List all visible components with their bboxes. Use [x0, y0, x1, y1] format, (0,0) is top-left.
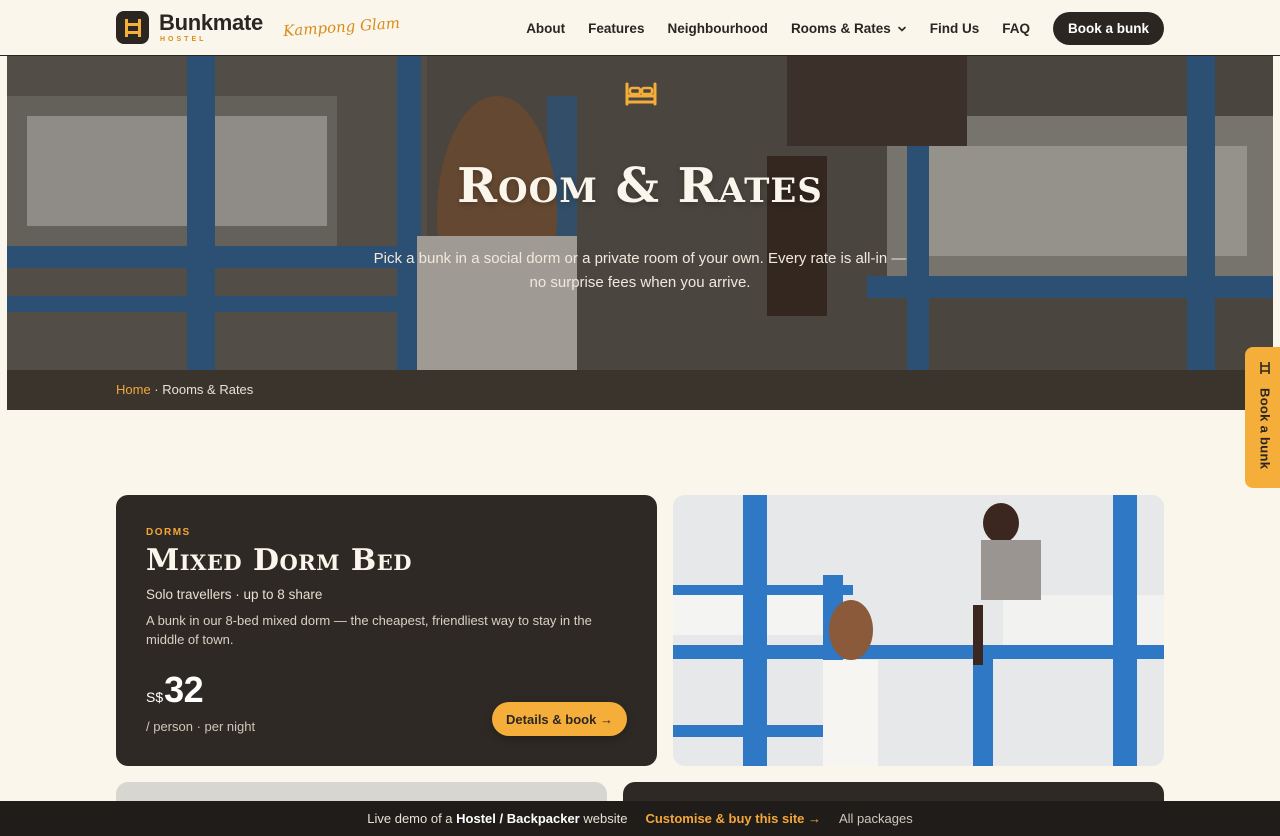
side-book-tab[interactable]: Book a bunk	[1245, 347, 1280, 488]
dorm-photo	[673, 495, 1164, 766]
breadcrumb-current: Rooms & Rates	[162, 382, 254, 397]
page-title: Room & Rates	[457, 158, 823, 214]
nav-faq[interactable]: FAQ	[1002, 21, 1030, 36]
main-nav: About Features Neighbourhood Rooms & Rat…	[503, 12, 1164, 45]
demo-product: Hostel / Backpacker	[456, 811, 580, 826]
bunk-logo-icon	[116, 11, 149, 44]
details-book-button[interactable]: Details & book →	[492, 702, 627, 736]
breadcrumb: Home · Rooms & Rates	[116, 382, 253, 397]
chevron-down-icon	[897, 24, 907, 34]
price-amount: 32	[164, 669, 204, 710]
breadcrumb-bar: Home · Rooms & Rates	[7, 370, 1273, 410]
price-unit: / person · per night	[146, 719, 256, 734]
room-title: Mixed Dorm Bed	[146, 543, 413, 578]
brand-sub: HOSTEL	[160, 36, 207, 43]
nav-about[interactable]: About	[526, 21, 565, 36]
customise-buy-link[interactable]: Customise & buy this site →	[645, 811, 821, 826]
room-card-mixed-dorm: DORMS Mixed Dorm Bed Solo travellers · u…	[116, 495, 657, 766]
all-packages-link[interactable]: All packages	[839, 811, 913, 826]
side-tab-label: Book a bunk	[1257, 388, 1273, 470]
nav-find-us[interactable]: Find Us	[930, 21, 980, 36]
nav-rooms-rates[interactable]: Rooms & Rates	[791, 21, 907, 36]
room-price: S$ 32	[146, 669, 204, 711]
demo-suffix: website	[583, 811, 628, 826]
room-description: A bunk in our 8-bed mixed dorm — the che…	[146, 613, 592, 647]
room-category: DORMS	[146, 527, 191, 538]
nav-features[interactable]: Features	[588, 21, 644, 36]
brand-name: Bunkmate	[159, 10, 263, 35]
book-bunk-button[interactable]: Book a bunk	[1052, 12, 1164, 45]
nav-neighbourhood[interactable]: Neighbourhood	[667, 21, 767, 36]
bed-icon	[624, 80, 658, 113]
nav-rooms-rates-label: Rooms & Rates	[790, 21, 891, 36]
brand-tagline: Kampong Glam	[282, 13, 401, 41]
site-header: Bunkmate HOSTEL Kampong Glam About Featu…	[0, 0, 1280, 56]
demo-bar: Live demo of a Hostel / Backpacker websi…	[0, 801, 1280, 836]
bunk-small-icon	[1259, 361, 1271, 380]
page-subtitle: Pick a bunk in a social dorm or a privat…	[373, 250, 907, 291]
breadcrumb-separator: ·	[150, 382, 163, 397]
brand-logo[interactable]: Bunkmate HOSTEL	[116, 11, 263, 44]
hero-banner: Room & Rates Pick a bunk in a social dor…	[7, 56, 1273, 370]
room-meta: Solo travellers · up to 8 share	[146, 587, 323, 602]
price-currency: S$	[146, 689, 164, 705]
demo-prefix: Live demo of a	[367, 811, 453, 826]
breadcrumb-home-link[interactable]: Home	[116, 382, 151, 397]
